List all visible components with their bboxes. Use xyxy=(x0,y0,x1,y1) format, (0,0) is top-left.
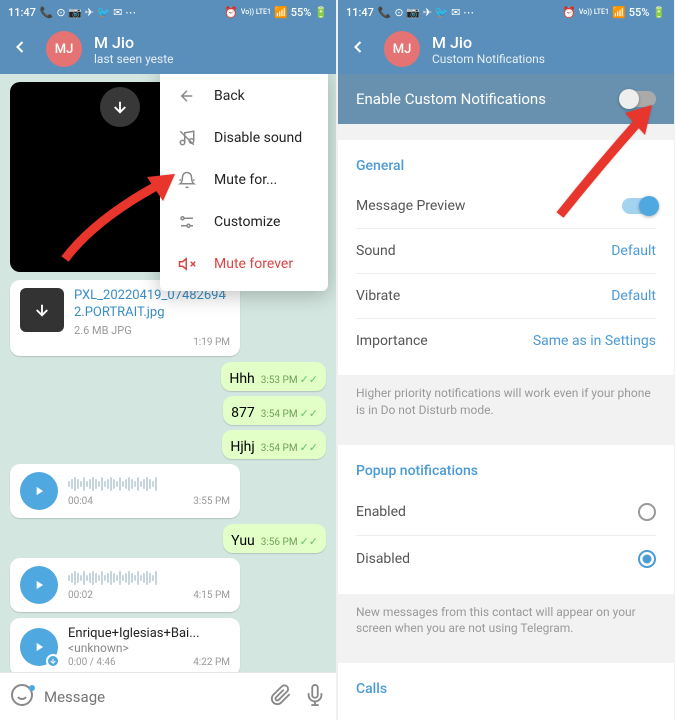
battery-text: 55% xyxy=(629,6,650,19)
row-popup-enabled[interactable]: Enabled xyxy=(338,489,674,535)
back-arrow-icon[interactable] xyxy=(348,37,372,61)
file-message[interactable]: ⋮ PXL_20220419_074826942.PORTRAIT.jpg 2.… xyxy=(10,280,240,356)
back-arrow-icon[interactable] xyxy=(10,37,34,61)
radio-button[interactable] xyxy=(638,550,656,568)
avatar[interactable]: MJ xyxy=(46,31,82,67)
out-message[interactable]: Yuu3:56 PM✓✓ xyxy=(223,524,326,553)
phone-left: 11:47 📞 ⊙ 📷 ✈ 🐦 ✉ ⋯ ⏰ Vo)) LTE1 📶 55% 🔋 … xyxy=(0,0,336,720)
battery-text: 55% xyxy=(291,6,312,19)
menu-customize[interactable]: Customize xyxy=(160,201,328,243)
section-header: Calls xyxy=(338,675,674,707)
out-message[interactable]: 8773:54 PM✓✓ xyxy=(223,396,326,425)
menu-mute-for[interactable]: Mute for... xyxy=(160,159,328,201)
battery-icon: 🔋 xyxy=(652,6,666,19)
row-calls-vibrate[interactable]: Vibrate Default xyxy=(338,707,674,720)
voice-message[interactable]: 00:043:55 PM xyxy=(10,464,240,518)
section-calls: Calls Vibrate Default Ringtone Default xyxy=(338,663,674,720)
disable-sound-icon xyxy=(176,129,198,147)
battery-icon: 🔋 xyxy=(314,6,328,19)
message-input-bar xyxy=(0,672,336,720)
play-icon[interactable] xyxy=(20,566,58,604)
status-icons-left: 📞 ⊙ 📷 ✈ 🐦 ✉ ⋯ xyxy=(378,6,474,19)
read-checks-icon: ✓✓ xyxy=(300,441,318,454)
msg-time: 1:19 PM xyxy=(20,337,230,348)
download-icon[interactable] xyxy=(100,87,140,127)
chat-title: M Jio xyxy=(94,33,174,52)
chat-subtitle: last seen yeste xyxy=(94,52,174,66)
signal-icon: 📶 xyxy=(612,6,626,19)
menu-back[interactable]: Back xyxy=(160,75,328,117)
signal-icon: 📶 xyxy=(274,6,288,19)
file-meta: 2.6 MB JPG xyxy=(74,324,230,337)
alarm-icon: ⏰ xyxy=(562,6,576,19)
settings-header[interactable]: MJ M Jio Custom Notifications xyxy=(338,24,674,74)
audio-title: Enrique+Iglesias+Bai... xyxy=(68,626,230,641)
attach-icon[interactable] xyxy=(270,684,292,710)
message-input[interactable] xyxy=(44,688,258,706)
status-time: 11:47 xyxy=(346,6,374,19)
read-checks-icon: ✓✓ xyxy=(300,373,318,386)
settings-title: M Jio xyxy=(432,33,545,52)
phone-right: 11:47 📞 ⊙ 📷 ✈ 🐦 ✉ ⋯ ⏰ Vo)) LTE1 📶 55% 🔋 … xyxy=(338,0,674,720)
emoji-icon[interactable] xyxy=(10,683,34,711)
row-popup-disabled[interactable]: Disabled xyxy=(338,536,674,582)
play-icon[interactable] xyxy=(20,628,58,666)
status-icons-left: 📞 ⊙ 📷 ✈ 🐦 ✉ ⋯ xyxy=(40,6,136,19)
hint-general: Higher priority notifications will work … xyxy=(338,375,674,429)
chat-area: 12:46 PM ⋮ PXL_20220419_074826942.PORTRA… xyxy=(0,74,336,672)
section-header: Popup notifications xyxy=(338,457,674,489)
read-checks-icon: ✓✓ xyxy=(300,407,318,420)
section-popup: Popup notifications Enabled Disabled xyxy=(338,445,674,594)
annotation-arrow xyxy=(55,169,185,273)
chat-header[interactable]: MJ M Jio last seen yeste xyxy=(0,24,336,74)
menu-disable-sound[interactable]: Disable sound xyxy=(160,117,328,159)
alarm-icon: ⏰ xyxy=(224,6,238,19)
play-icon[interactable] xyxy=(20,472,58,510)
back-icon xyxy=(176,87,198,105)
radio-button[interactable] xyxy=(638,503,656,521)
mic-icon[interactable] xyxy=(304,684,326,710)
row-sound[interactable]: Sound Default xyxy=(338,229,674,273)
audio-message[interactable]: Enrique+Iglesias+Bai... <unknown> 0:00 /… xyxy=(10,618,240,672)
out-message[interactable]: Hjhj3:54 PM✓✓ xyxy=(222,430,326,459)
status-bar: 11:47 📞 ⊙ 📷 ✈ 🐦 ✉ ⋯ ⏰ Vo)) LTE1 📶 55% 🔋 xyxy=(338,0,674,24)
hint-popup: New messages from this contact will appe… xyxy=(338,594,674,648)
annotation-arrow xyxy=(540,95,670,229)
row-vibrate[interactable]: Vibrate Default xyxy=(338,274,674,318)
volte-icon: Vo)) LTE1 xyxy=(579,8,609,16)
context-menu: Back Disable sound Mute for... Customize… xyxy=(160,74,328,291)
out-message[interactable]: Hhh3:53 PM✓✓ xyxy=(221,362,326,391)
avatar[interactable]: MJ xyxy=(384,31,420,67)
file-name: PXL_20220419_074826942.PORTRAIT.jpg xyxy=(74,288,230,322)
row-importance[interactable]: Importance Same as in Settings xyxy=(338,319,674,363)
status-time: 11:47 xyxy=(8,6,36,19)
audio-artist: <unknown> xyxy=(68,641,230,655)
read-checks-icon: ✓✓ xyxy=(300,535,318,548)
download-icon[interactable] xyxy=(20,288,64,332)
status-bar: 11:47 📞 ⊙ 📷 ✈ 🐦 ✉ ⋯ ⏰ Vo)) LTE1 📶 55% 🔋 xyxy=(0,0,336,24)
volte-icon: Vo)) LTE1 xyxy=(241,8,271,16)
settings-subtitle: Custom Notifications xyxy=(432,52,545,66)
menu-mute-forever[interactable]: Mute forever xyxy=(160,243,328,285)
voice-message[interactable]: 00:024:15 PM xyxy=(10,558,240,612)
